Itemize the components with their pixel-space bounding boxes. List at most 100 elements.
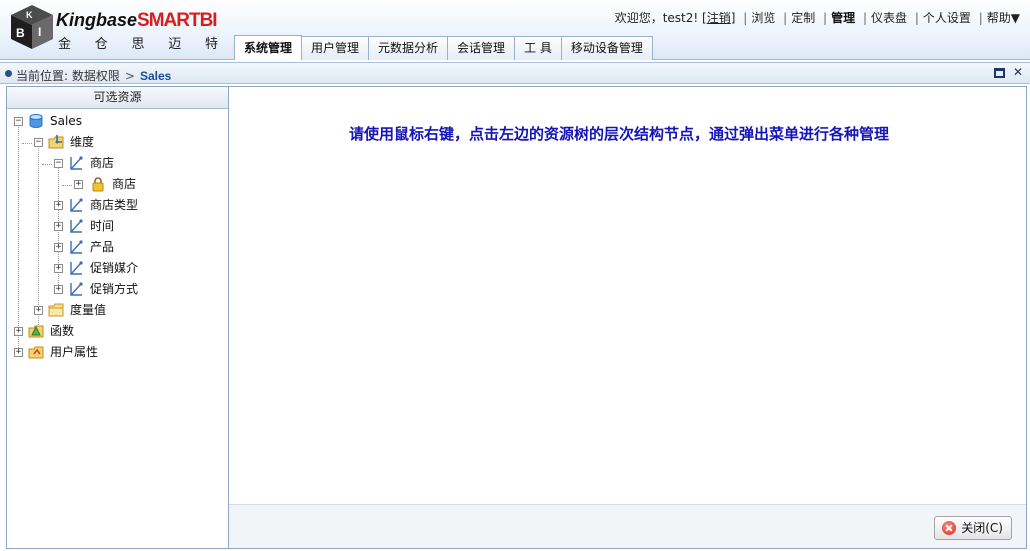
tree-node-label: 度量值 — [70, 303, 107, 317]
logo-char: 迈 — [168, 37, 182, 52]
separator: | — [862, 11, 867, 25]
logo-char: 金 — [58, 37, 72, 52]
resource-panel: 可选资源 − Sales − 维度 − 商店 + 商店 + 商店类型 + 时间 … — [6, 86, 229, 549]
help-menu[interactable]: 帮助▼ — [987, 11, 1020, 25]
expand-toggle-icon[interactable]: + — [54, 243, 63, 252]
hierarchy-icon — [70, 198, 83, 212]
tree-node-time[interactable]: + 时间 — [7, 217, 227, 235]
tree-node-label: 维度 — [70, 135, 95, 149]
window-controls: ✕ — [994, 66, 1024, 79]
breadcrumb-arrow: > — [124, 69, 135, 83]
tree-node-store-type[interactable]: + 商店类型 — [7, 196, 227, 214]
tree-node-dimensions[interactable]: − 维度 — [7, 133, 227, 151]
logo-cube-icon: K B I — [11, 5, 53, 49]
hierarchy-icon — [70, 282, 83, 296]
expand-toggle-icon[interactable]: + — [74, 180, 83, 189]
breadcrumb-bar: 当前位置: 数据权限 > Sales ✕ — [0, 62, 1030, 84]
expand-toggle-icon[interactable]: + — [54, 285, 63, 294]
nav-link-dashboard[interactable]: 仪表盘 — [871, 11, 907, 25]
hierarchy-icon — [70, 156, 83, 170]
tab-user-management[interactable]: 用户管理 — [302, 36, 370, 60]
separator: | — [823, 11, 828, 25]
breadcrumb-prefix: 当前位置: — [16, 69, 69, 83]
separator: | — [783, 11, 788, 25]
tree-node-promotion-media[interactable]: + 促销媒介 — [7, 259, 227, 277]
database-icon — [29, 114, 43, 128]
separator: | — [978, 11, 983, 25]
hierarchy-icon — [70, 240, 83, 254]
logo-brand-text: Kingbase — [56, 10, 138, 30]
tree-node-label: 函数 — [50, 324, 75, 338]
tree-node-measures[interactable]: + 度量值 — [7, 301, 227, 319]
close-x-icon[interactable]: ✕ — [1012, 66, 1024, 79]
folder-icon — [48, 303, 64, 317]
tree-node-sales[interactable]: − Sales — [7, 112, 227, 130]
tree-node-user-attributes[interactable]: + 用户属性 — [7, 343, 227, 361]
expand-toggle-icon[interactable]: + — [54, 201, 63, 210]
lock-icon — [92, 177, 104, 192]
resource-panel-title: 可选资源 — [7, 87, 228, 109]
expand-toggle-icon[interactable]: + — [34, 306, 43, 315]
expand-toggle-icon[interactable]: + — [54, 222, 63, 231]
breadcrumb-parent: 数据权限 — [71, 69, 120, 83]
collapse-toggle-icon[interactable]: − — [14, 117, 23, 126]
main-tabs: 系统管理 用户管理 元数据分析 会话管理 工 具 移动设备管理 — [234, 35, 653, 60]
hierarchy-icon — [70, 219, 83, 233]
logout-bracket: ] — [730, 11, 736, 25]
main-content: 请使用鼠标右键，点击左边的资源树的层次结构节点，通过弹出菜单进行各种管理 关闭(… — [229, 86, 1027, 549]
tree-node-store-locked[interactable]: + 商店 — [7, 175, 227, 193]
user-attribute-folder-icon — [28, 346, 44, 359]
breadcrumb-current: Sales — [139, 69, 172, 83]
logo-brand: KingbaseSMARTBI — [56, 10, 218, 32]
tab-metadata-analysis[interactable]: 元数据分析 — [369, 36, 449, 60]
svg-text:K: K — [26, 10, 33, 20]
tree-node-product[interactable]: + 产品 — [7, 238, 227, 256]
logo-char: 思 — [131, 37, 145, 52]
nav-link-manage[interactable]: 管理 — [831, 11, 855, 25]
expand-toggle-icon[interactable]: + — [14, 327, 23, 336]
tree-node-functions[interactable]: + 函数 — [7, 322, 227, 340]
nav-link-settings[interactable]: 个人设置 — [923, 11, 971, 25]
expand-toggle-icon[interactable]: + — [54, 264, 63, 273]
tree-node-label: 商店类型 — [90, 198, 139, 212]
tree-node-promotion-method[interactable]: + 促销方式 — [7, 280, 227, 298]
close-circle-icon — [942, 521, 957, 535]
separator: | — [743, 11, 748, 25]
logout-link[interactable]: 注销 — [707, 11, 731, 25]
logo-char: 特 — [204, 37, 218, 52]
nav-link-browse[interactable]: 浏览 — [751, 11, 775, 25]
logo-brand-accent: SMARTBI — [137, 10, 218, 31]
nav-link-customize[interactable]: 定制 — [791, 11, 815, 25]
tree-node-label: 促销媒介 — [90, 261, 139, 275]
bullet-icon — [5, 70, 12, 77]
function-folder-icon — [28, 325, 44, 338]
instruction-text: 请使用鼠标右键，点击左边的资源树的层次结构节点，通过弹出菜单进行各种管理 — [348, 125, 889, 143]
close-button-label: 关闭(C) — [961, 521, 1003, 535]
close-button[interactable]: 关闭(C) — [934, 516, 1012, 540]
welcome-text: 欢迎您，test2! — [614, 11, 699, 25]
header: K B I KingbaseSMARTBI 金 仓 思 迈 特 欢迎您，test… — [0, 0, 1030, 60]
tree-node-label: 促销方式 — [90, 282, 139, 296]
tab-tools[interactable]: 工 具 — [515, 36, 562, 60]
tree-node-label: 产品 — [90, 240, 115, 254]
tree-node-label: 商店 — [112, 177, 137, 191]
separator: | — [914, 11, 919, 25]
logo-chinese: 金 仓 思 迈 特 — [58, 33, 218, 52]
collapse-toggle-icon[interactable]: − — [54, 159, 63, 168]
tree-node-store[interactable]: − 商店 — [7, 154, 227, 172]
tree-node-label: 商店 — [90, 156, 115, 170]
tab-system-management[interactable]: 系统管理 — [234, 35, 303, 60]
logo: K B I KingbaseSMARTBI 金 仓 思 迈 特 — [10, 4, 220, 54]
expand-toggle-icon[interactable]: + — [14, 348, 23, 357]
svg-text:B: B — [16, 26, 25, 40]
tab-mobile-device-management[interactable]: 移动设备管理 — [561, 36, 653, 60]
tree-node-label: 用户属性 — [50, 345, 99, 359]
svg-text:I: I — [38, 25, 41, 39]
resource-tree: − Sales − 维度 − 商店 + 商店 + 商店类型 + 时间 + 产品 … — [7, 109, 228, 549]
tab-session-management[interactable]: 会话管理 — [448, 36, 516, 60]
app-window: K B I KingbaseSMARTBI 金 仓 思 迈 特 欢迎您，test… — [0, 0, 1030, 551]
maximize-icon[interactable] — [994, 68, 1005, 78]
tree-node-label: 时间 — [90, 219, 115, 233]
collapse-toggle-icon[interactable]: − — [34, 138, 43, 147]
top-links: 欢迎您，test2! [注销] | 浏览 | 定制 | 管理 | 仪表盘 | 个人设置 |… — [615, 9, 1020, 26]
